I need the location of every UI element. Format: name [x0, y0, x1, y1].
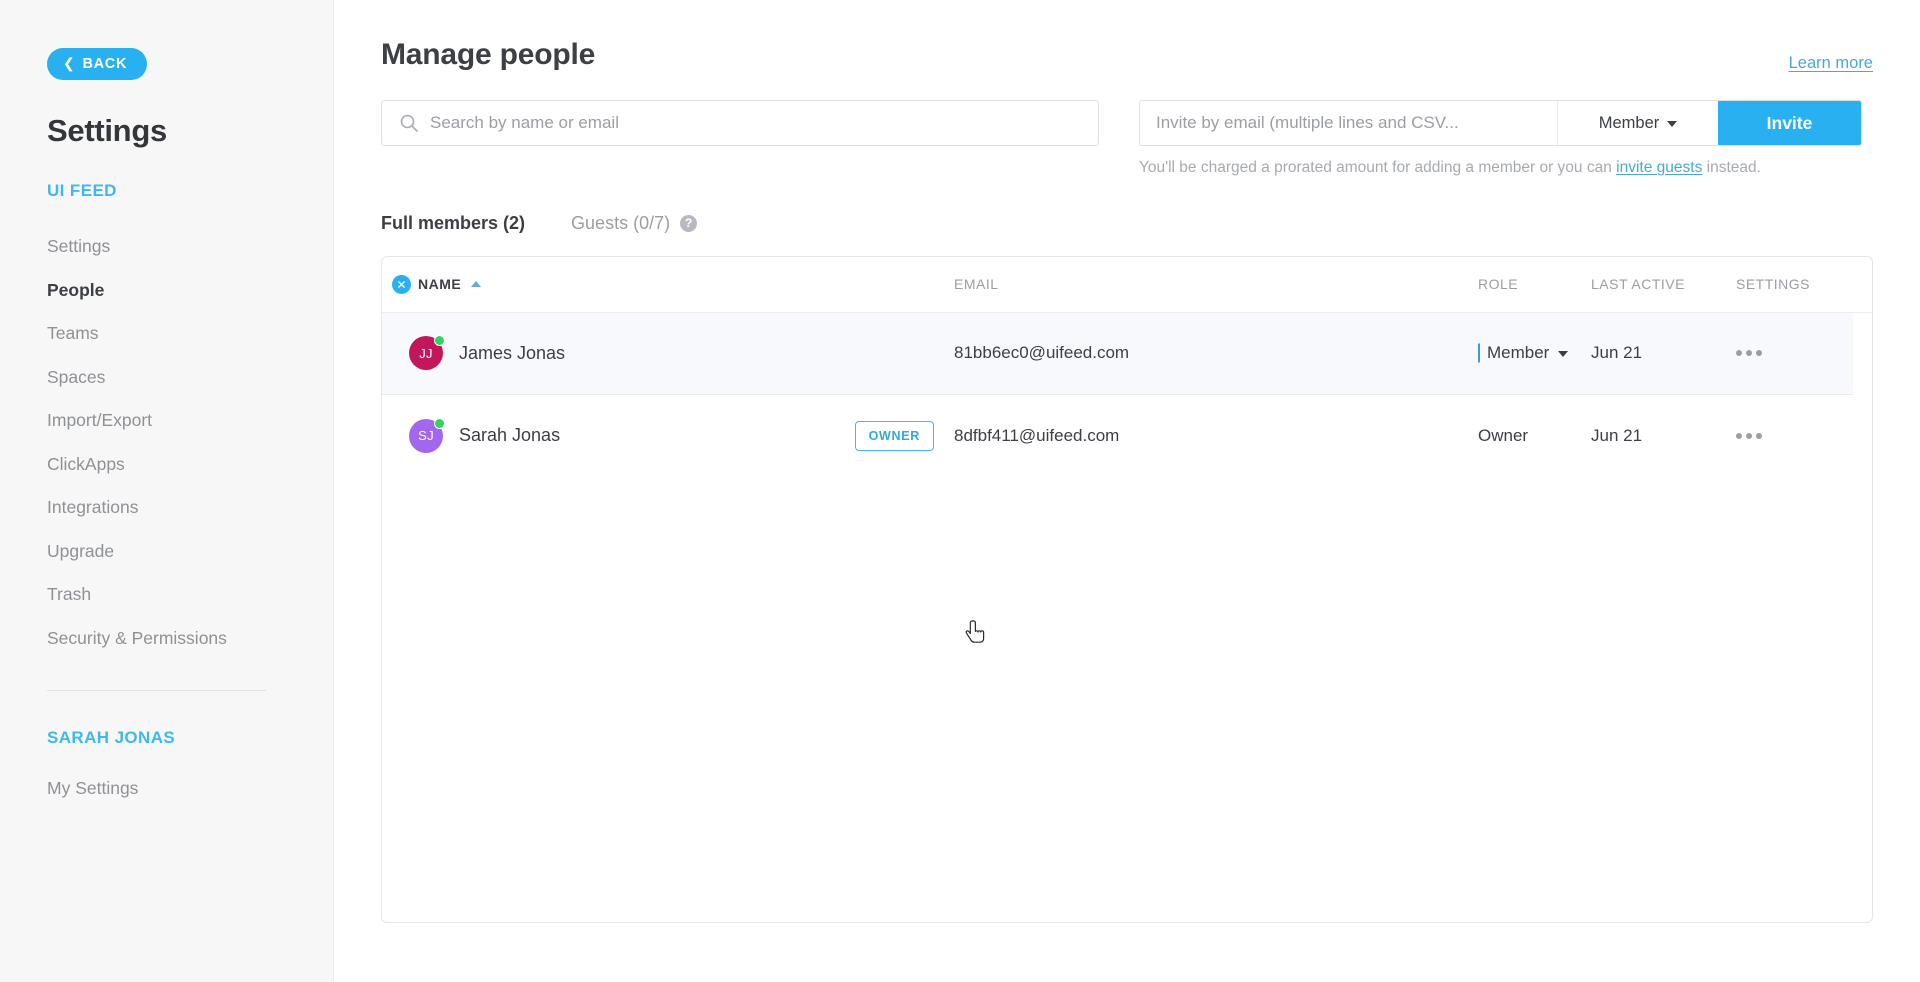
sidebar-item-people[interactable]: People	[47, 269, 104, 313]
tab-full-members-label: Full members (2)	[381, 212, 526, 233]
member-role-cell: Owner	[1478, 426, 1591, 446]
avatar[interactable]: JJ	[409, 335, 445, 371]
sidebar-item-spaces[interactable]: Spaces	[47, 356, 105, 400]
main-content: Manage people Learn more Member In	[334, 0, 1920, 982]
invite-note-suffix: instead.	[1702, 159, 1761, 176]
workspace-label: UI FEED	[47, 181, 117, 200]
member-email: 8dfbf411@uifeed.com	[954, 425, 1120, 445]
sidebar-item-teams[interactable]: Teams	[47, 312, 99, 356]
member-name-cell: JJ James Jonas	[409, 335, 954, 371]
member-settings-cell	[1736, 350, 1853, 357]
sidebar-item-settings[interactable]: Settings	[47, 225, 110, 269]
member-name: James Jonas	[459, 342, 566, 363]
close-icon	[398, 281, 405, 288]
table-row[interactable]: SJ Sarah Jonas OWNER 8dfbf411@uifeed.com…	[382, 395, 1872, 477]
search-container	[381, 100, 1099, 146]
sidebar: ❮ BACK Settings UI FEED Settings People …	[0, 0, 334, 982]
tab-guests[interactable]: Guests (0/7) ?	[571, 212, 698, 234]
member-role-cell[interactable]: Member	[1478, 343, 1591, 363]
tab-full-members[interactable]: Full members (2)	[381, 213, 525, 234]
sidebar-title: Settings	[47, 113, 167, 148]
more-horizontal-icon[interactable]	[1736, 432, 1762, 439]
table-header-row: NAME EMAIL ROLE LAST ACTIVE SETTINGS	[382, 257, 1872, 313]
member-email: 81bb6ec0@uifeed.com	[954, 343, 1130, 363]
search-input[interactable]	[381, 100, 1099, 146]
online-status-icon	[434, 335, 445, 347]
chevron-left-icon: ❮	[63, 55, 76, 71]
mouse-cursor-icon	[965, 620, 985, 643]
member-name: Sarah Jonas	[459, 425, 561, 446]
sidebar-item-my-settings[interactable]: My Settings	[47, 778, 138, 799]
sidebar-item-import-export[interactable]: Import/Export	[47, 399, 152, 443]
close-circle-icon[interactable]	[392, 274, 411, 294]
invite-role-select[interactable]: Member	[1558, 101, 1718, 145]
back-button-label: BACK	[82, 56, 128, 72]
question-mark-icon[interactable]: ?	[680, 214, 698, 232]
member-last-active: Jun 21	[1591, 425, 1643, 445]
chevron-down-icon	[1667, 121, 1678, 127]
chevron-down-icon	[1558, 351, 1569, 358]
invite-button[interactable]: Invite	[1718, 101, 1861, 145]
column-header-email[interactable]: EMAIL	[954, 276, 1478, 292]
back-button[interactable]: ❮ BACK	[47, 48, 148, 80]
page-title: Manage people	[381, 38, 596, 71]
sidebar-item-trash[interactable]: Trash	[47, 573, 91, 617]
sidebar-item-integrations[interactable]: Integrations	[47, 486, 138, 530]
sidebar-item-clickapps[interactable]: ClickApps	[47, 443, 125, 487]
sidebar-item-security-permissions[interactable]: Security & Permissions	[47, 617, 227, 661]
column-header-name[interactable]: NAME	[392, 274, 954, 294]
invite-note-prefix: You'll be charged a prorated amount for …	[1139, 159, 1617, 176]
invite-note: You'll be charged a prorated amount for …	[1139, 158, 1829, 179]
member-role-label: Owner	[1478, 425, 1529, 445]
controls-bar: Member Invite You'll be charged a prorat…	[381, 100, 1873, 179]
more-horizontal-icon[interactable]	[1736, 350, 1762, 357]
invite-bar: Member Invite	[1139, 100, 1862, 146]
member-last-active: Jun 21	[1591, 343, 1643, 363]
sidebar-user-label: SARAH JONAS	[47, 728, 176, 747]
table-row[interactable]: JJ James Jonas 81bb6ec0@uifeed.com Membe…	[382, 312, 1853, 395]
invite-email-input[interactable]	[1140, 101, 1558, 145]
column-header-settings: SETTINGS	[1736, 276, 1811, 293]
learn-more-link[interactable]: Learn more	[1789, 54, 1873, 73]
column-header-name-label: NAME	[418, 276, 462, 293]
tab-bar: Full members (2) Guests (0/7) ?	[381, 213, 1873, 234]
sidebar-divider	[47, 690, 266, 691]
column-header-role[interactable]: ROLE	[1478, 276, 1591, 292]
status-badge[interactable]: OWNER	[854, 420, 934, 451]
people-table: NAME EMAIL ROLE LAST ACTIVE SETTINGS JJ …	[381, 255, 1873, 923]
sort-ascending-icon	[471, 281, 482, 288]
member-settings-cell	[1736, 432, 1872, 439]
page-header: Manage people Learn more	[381, 0, 1873, 73]
tab-guests-label: Guests (0/7)	[571, 212, 671, 233]
role-dropdown[interactable]: Member	[1478, 343, 1569, 363]
sidebar-item-upgrade[interactable]: Upgrade	[47, 530, 114, 574]
invite-role-label: Member	[1598, 113, 1660, 132]
column-header-last-active[interactable]: LAST ACTIVE	[1591, 276, 1736, 292]
invite-container: Member Invite You'll be charged a prorat…	[1139, 100, 1862, 179]
app-root: ❮ BACK Settings UI FEED Settings People …	[0, 0, 1920, 982]
member-role-label: Member	[1487, 343, 1550, 363]
invite-guests-link[interactable]: invite guests	[1616, 159, 1702, 176]
sidebar-nav: Settings People Teams Spaces Import/Expo…	[47, 225, 333, 660]
avatar[interactable]: SJ	[409, 417, 445, 453]
member-name-cell: SJ Sarah Jonas OWNER	[409, 417, 954, 453]
online-status-icon	[434, 417, 445, 429]
